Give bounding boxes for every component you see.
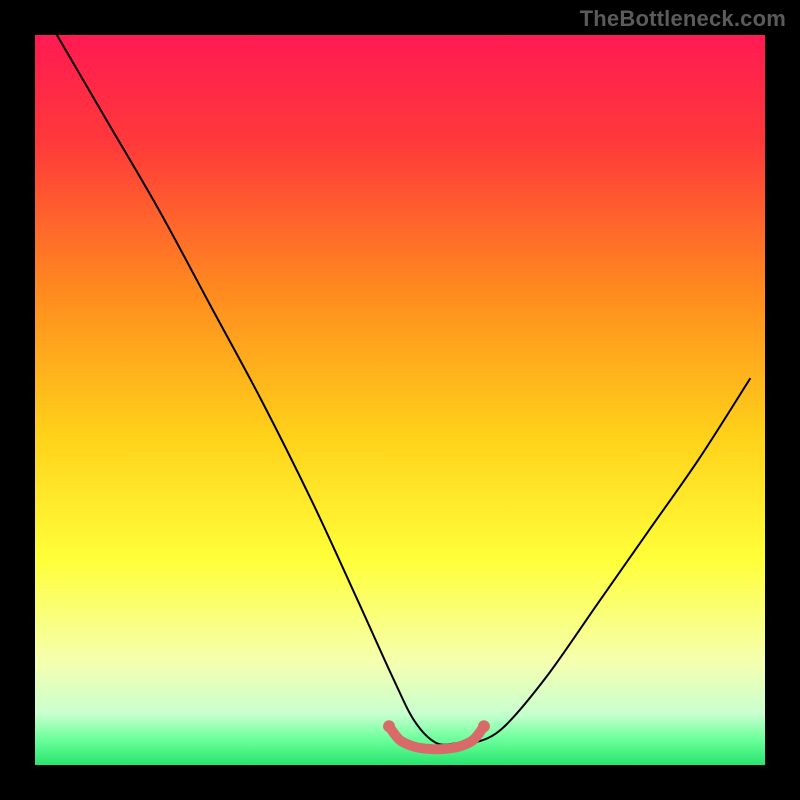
watermark-text: TheBottleneck.com bbox=[580, 6, 786, 32]
chart-frame: TheBottleneck.com bbox=[0, 0, 800, 800]
optimal-range-endpoint-right bbox=[478, 720, 490, 732]
chart-svg bbox=[35, 35, 765, 765]
optimal-range-endpoint-left bbox=[383, 720, 395, 732]
plot-area bbox=[35, 35, 765, 765]
gradient-rect bbox=[35, 35, 765, 765]
